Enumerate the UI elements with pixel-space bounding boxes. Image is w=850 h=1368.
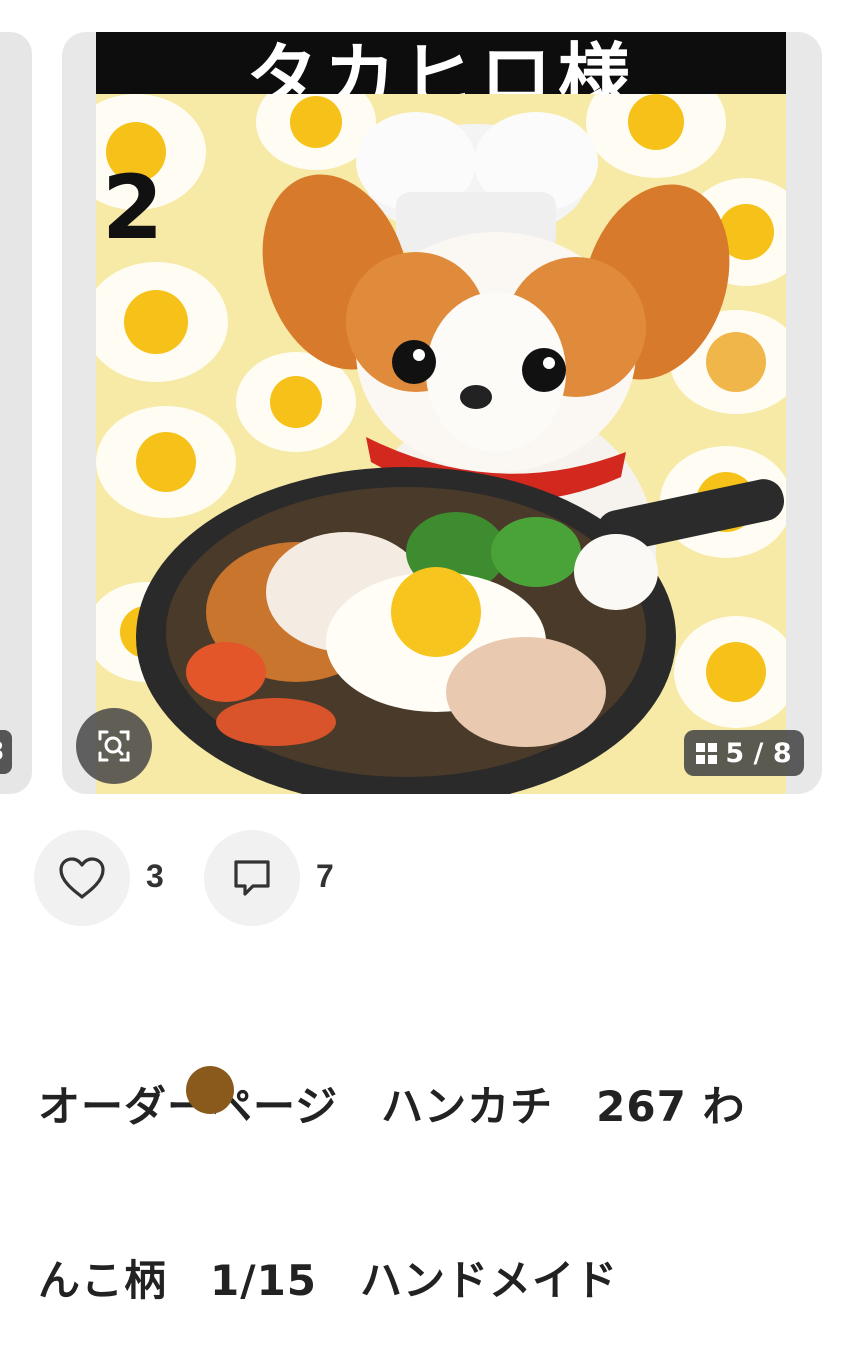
previous-counter-text: 8 — [0, 737, 4, 767]
heart-icon — [59, 857, 105, 899]
item-title-line-2: んこ柄 1/15 ハンドメイド — [38, 1256, 619, 1305]
seller-avatar[interactable] — [186, 1066, 234, 1114]
image-counter: 5 / 8 — [684, 730, 804, 776]
image-search-button[interactable] — [76, 708, 152, 784]
item-title-line-1: オーダーページ ハンカチ 267 わ — [38, 1082, 746, 1131]
previous-image-card[interactable] — [0, 32, 32, 794]
like-count: 3 — [146, 858, 164, 894]
item-title: オーダーページ ハンカチ 267 わ んこ柄 1/15 ハンドメイド — [38, 962, 838, 1368]
product-illustration — [96, 32, 786, 794]
action-bar: 3 7 — [34, 830, 814, 926]
current-image-card[interactable]: タカヒロ様 2 5 / 8 — [62, 32, 822, 794]
banner-text: タカヒロ様 — [245, 35, 636, 94]
comment-icon — [234, 860, 270, 896]
like-button[interactable] — [34, 830, 130, 926]
comment-button[interactable] — [204, 830, 300, 926]
image-carousel[interactable]: 8 — [0, 0, 850, 800]
design-number: 2 — [102, 156, 164, 259]
image-search-icon — [98, 730, 130, 762]
comment-count: 7 — [316, 858, 334, 894]
product-photo[interactable]: タカヒロ様 2 — [96, 32, 786, 794]
image-counter-text: 5 / 8 — [725, 737, 792, 769]
previous-image-counter: 8 — [0, 730, 12, 774]
grid-icon — [696, 742, 718, 764]
